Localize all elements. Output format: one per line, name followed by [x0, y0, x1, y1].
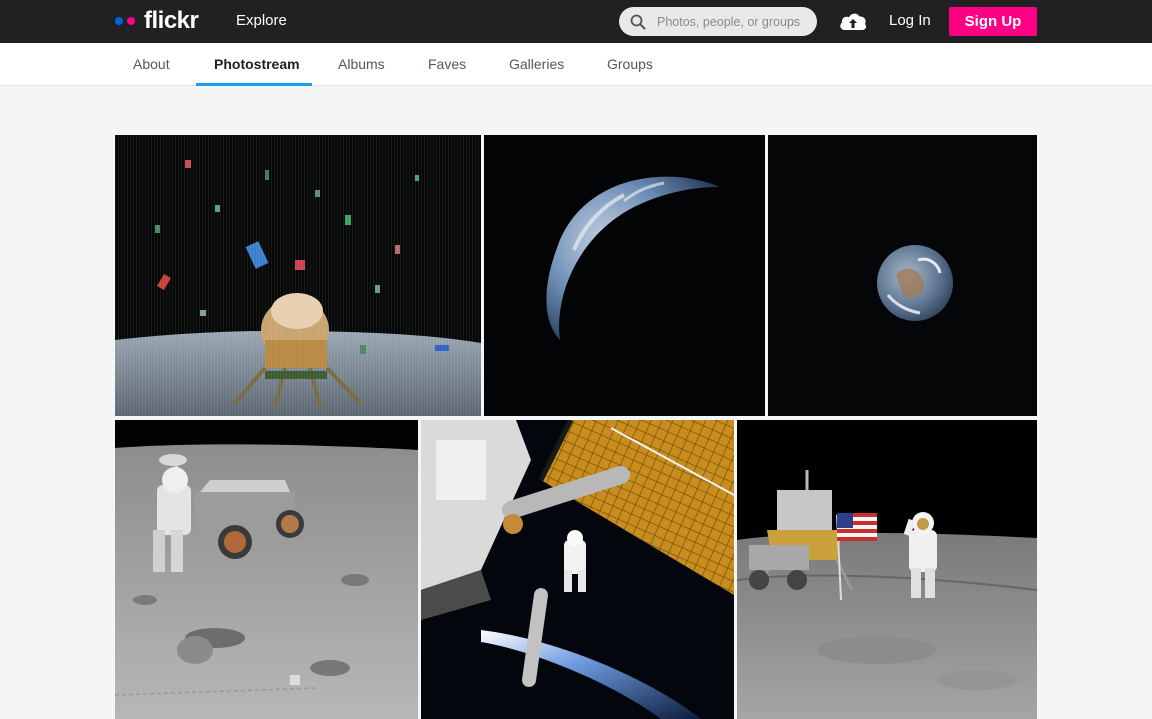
logo-text: flickr: [144, 7, 199, 34]
flickr-logo[interactable]: flickr: [115, 7, 199, 34]
search-icon: [630, 14, 646, 30]
tab-photostream[interactable]: Photostream: [214, 56, 300, 72]
tab-groups[interactable]: Groups: [607, 56, 653, 72]
photo-earth-crescent[interactable]: [484, 135, 765, 416]
search-input[interactable]: [657, 12, 809, 31]
active-tab-indicator: [196, 83, 312, 86]
photo-astronaut-lunar-rover[interactable]: [115, 420, 418, 719]
photo-spacewalk-station-arm[interactable]: [421, 420, 734, 719]
profile-subnav: About Photostream Albums Faves Galleries…: [0, 43, 1152, 86]
explore-link[interactable]: Explore: [236, 12, 287, 30]
tab-galleries[interactable]: Galleries: [509, 56, 564, 72]
photo-astronaut-flag-salute[interactable]: [737, 420, 1037, 719]
cloud-upload-icon[interactable]: [838, 10, 868, 37]
tab-faves[interactable]: Faves: [428, 56, 466, 72]
tab-albums[interactable]: Albums: [338, 56, 385, 72]
signup-button[interactable]: Sign Up: [949, 7, 1037, 36]
photo-earthrise[interactable]: [768, 135, 1037, 416]
logo-blue-dot: [115, 17, 123, 25]
top-navigation-bar: flickr Explore Log In Sign Up: [0, 0, 1152, 43]
search-box[interactable]: [619, 7, 817, 36]
photo-lunar-module-liftoff[interactable]: [115, 135, 481, 416]
logo-pink-dot: [127, 17, 135, 25]
tab-about[interactable]: About: [133, 56, 170, 72]
login-link[interactable]: Log In: [889, 12, 931, 30]
